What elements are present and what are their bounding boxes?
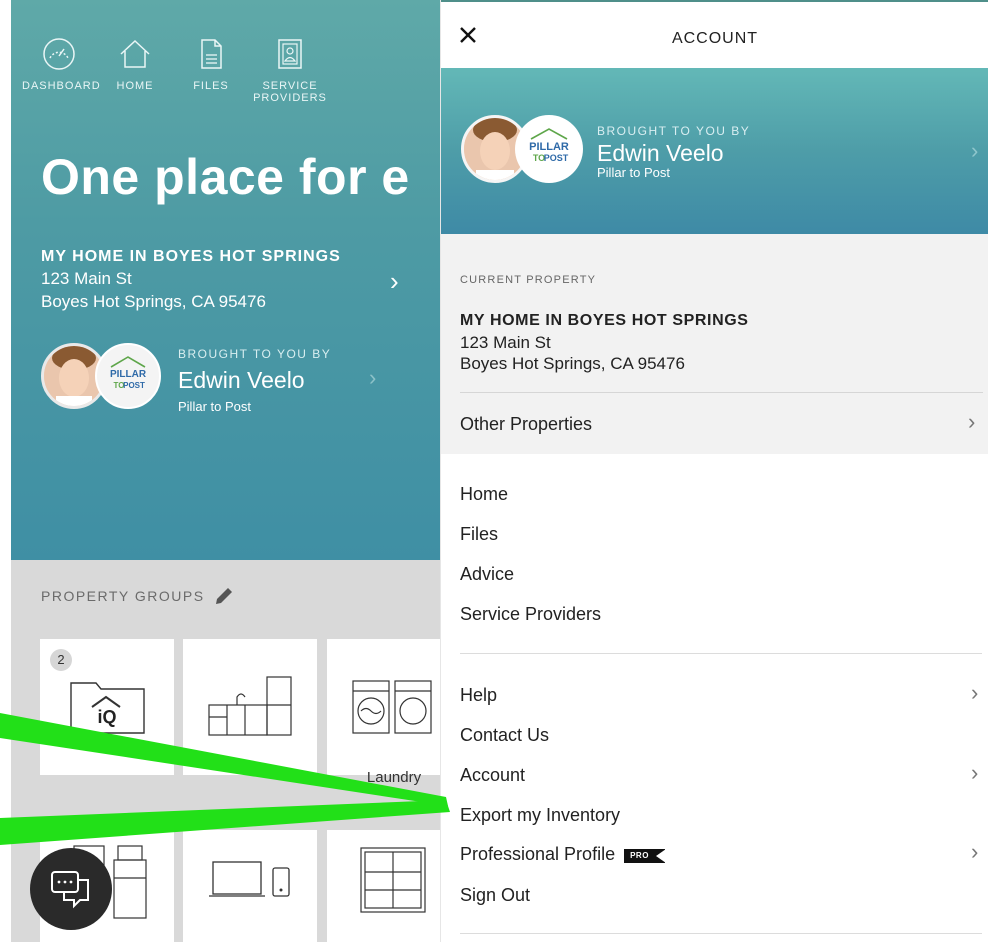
svg-text:iQ: iQ: [97, 707, 116, 727]
agent-company: Pillar to Post: [178, 399, 251, 414]
chevron-right-icon: ›: [968, 409, 976, 434]
laundry-icon: [352, 680, 432, 734]
chat-button[interactable]: [30, 848, 112, 930]
background-property[interactable]: MY HOME IN BOYES HOT SPRINGS 123 Main St…: [41, 248, 341, 312]
divider: [460, 653, 982, 654]
menu-item-advice[interactable]: Advice: [460, 564, 514, 585]
background-brought-by[interactable]: PILLAR TO POST BROUGHT TO YOU BY Edwin Vee…: [41, 343, 401, 414]
divider: [460, 392, 983, 393]
drawer-title: ACCOUNT: [671, 30, 759, 47]
kitchen-icon: [208, 676, 292, 736]
nav-service-providers-label: SERVICE PROVIDERS: [253, 80, 327, 104]
svg-text:PILLAR: PILLAR: [110, 369, 147, 380]
property-street: 123 Main St: [460, 333, 551, 352]
nav-dashboard[interactable]: DASHBOARD: [22, 36, 100, 104]
other-properties-label: Other Properties: [460, 414, 593, 434]
chevron-right-icon: ›: [971, 138, 979, 163]
chevron-right-icon: ›: [390, 266, 399, 296]
chevron-right-icon: ›: [369, 365, 377, 390]
professional-profile-label: Professional Profile: [460, 844, 616, 864]
menu-item-home[interactable]: Home: [460, 484, 508, 505]
divider: [460, 933, 982, 934]
agent-name: Edwin Veelo: [178, 367, 305, 393]
property-groups-label: PROPERTY GROUPS: [41, 588, 205, 604]
brought-by-banner[interactable]: PILLAR TO POST BROUGHT TO YOU BY Edwin Vee…: [441, 68, 988, 234]
chevron-right-icon: ›: [971, 760, 979, 785]
electronics-icon: [209, 861, 290, 897]
property-name: MY HOME IN BOYES HOT SPRINGS: [41, 248, 341, 265]
card-label-laundry: Laundry: [366, 769, 422, 786]
nav-home[interactable]: HOME: [96, 36, 174, 104]
menu-item-sign-out[interactable]: Sign Out: [460, 885, 530, 906]
agent-name: Edwin Veelo: [597, 140, 724, 166]
nav-service-providers[interactable]: SERVICE PROVIDERS: [248, 36, 332, 104]
help-label: Help: [460, 685, 498, 705]
property-city: Boyes Hot Springs, CA 95476: [41, 292, 266, 311]
menu-item-contact-us[interactable]: Contact Us: [460, 725, 549, 746]
brought-label: BROUGHT TO YOU BY: [178, 347, 332, 361]
property-street: 123 Main St: [41, 269, 132, 288]
count-badge: 2: [50, 649, 72, 671]
drawer-header: ACCOUNT: [441, 0, 988, 68]
pillar-to-post-logo: PILLAR TO POST: [95, 343, 161, 409]
menu-item-professional-profile[interactable]: Professional Profile PRO: [460, 844, 666, 865]
current-property-label: CURRENT PROPERTY: [460, 274, 597, 286]
file-icon: [201, 39, 222, 69]
svg-text:POST: POST: [123, 381, 145, 390]
service-providers-icon: [278, 39, 302, 69]
background-app: DASHBOARD HOME FILES SERVICE PROVIDERS O…: [0, 0, 440, 942]
edit-pencil-icon[interactable]: [213, 585, 235, 607]
menu-item-account[interactable]: Account: [460, 765, 525, 786]
menu-item-service-providers[interactable]: Service Providers: [460, 604, 601, 625]
dashboard-gauge-icon: [43, 38, 75, 70]
left-edge: [0, 0, 11, 942]
account-label: Account: [460, 765, 526, 785]
pillar-to-post-logo: PILLAR TO POST: [515, 115, 583, 183]
pillar-to-post-logo-icon: PILLARTOPOST: [529, 128, 569, 163]
nav-dashboard-label: DASHBOARD: [22, 80, 101, 92]
current-property-section: CURRENT PROPERTY MY HOME IN BOYES HOT SP…: [441, 234, 988, 454]
other-properties-item[interactable]: Other Properties ›: [441, 394, 988, 454]
property-city: Boyes Hot Springs, CA 95476: [460, 354, 685, 373]
property-name: MY HOME IN BOYES HOT SPRINGS: [460, 312, 749, 329]
property-group-card[interactable]: [183, 639, 317, 775]
svg-text:PILLAR: PILLAR: [529, 141, 569, 153]
windows-icon: [360, 847, 426, 913]
brought-label: BROUGHT TO YOU BY: [597, 124, 751, 138]
home-icon: [120, 39, 150, 68]
nav-files-label: FILES: [193, 80, 229, 92]
menu-item-export-inventory[interactable]: Export my Inventory: [460, 805, 620, 826]
home-iq-folder-icon: iQ: [70, 682, 145, 734]
nav-files[interactable]: FILES: [174, 36, 248, 104]
chevron-right-icon: ›: [971, 839, 979, 864]
nav-home-label: HOME: [116, 80, 154, 92]
agent-company: Pillar to Post: [597, 165, 670, 180]
property-group-card[interactable]: [183, 830, 317, 942]
chevron-right-icon: ›: [971, 680, 979, 705]
pro-badge: PRO: [624, 849, 666, 863]
chat-icon: [51, 871, 89, 909]
pillar-to-post-logo-icon: PILLARTOPOST: [110, 356, 147, 390]
property-group-card[interactable]: Laundry: [327, 639, 440, 786]
property-group-card[interactable]: [327, 830, 440, 942]
menu-item-help[interactable]: Help: [460, 685, 497, 706]
svg-text:POST: POST: [544, 153, 569, 163]
top-navigation: DASHBOARD HOME FILES SERVICE PROVIDERS: [22, 36, 332, 104]
property-group-card[interactable]: 2 iQ: [40, 639, 174, 775]
account-drawer: ACCOUNT PILLAR TO POST BROUGHT TO YOU BY E…: [440, 0, 988, 942]
hero-title: One place for e: [41, 149, 410, 205]
menu-item-files[interactable]: Files: [460, 524, 498, 545]
